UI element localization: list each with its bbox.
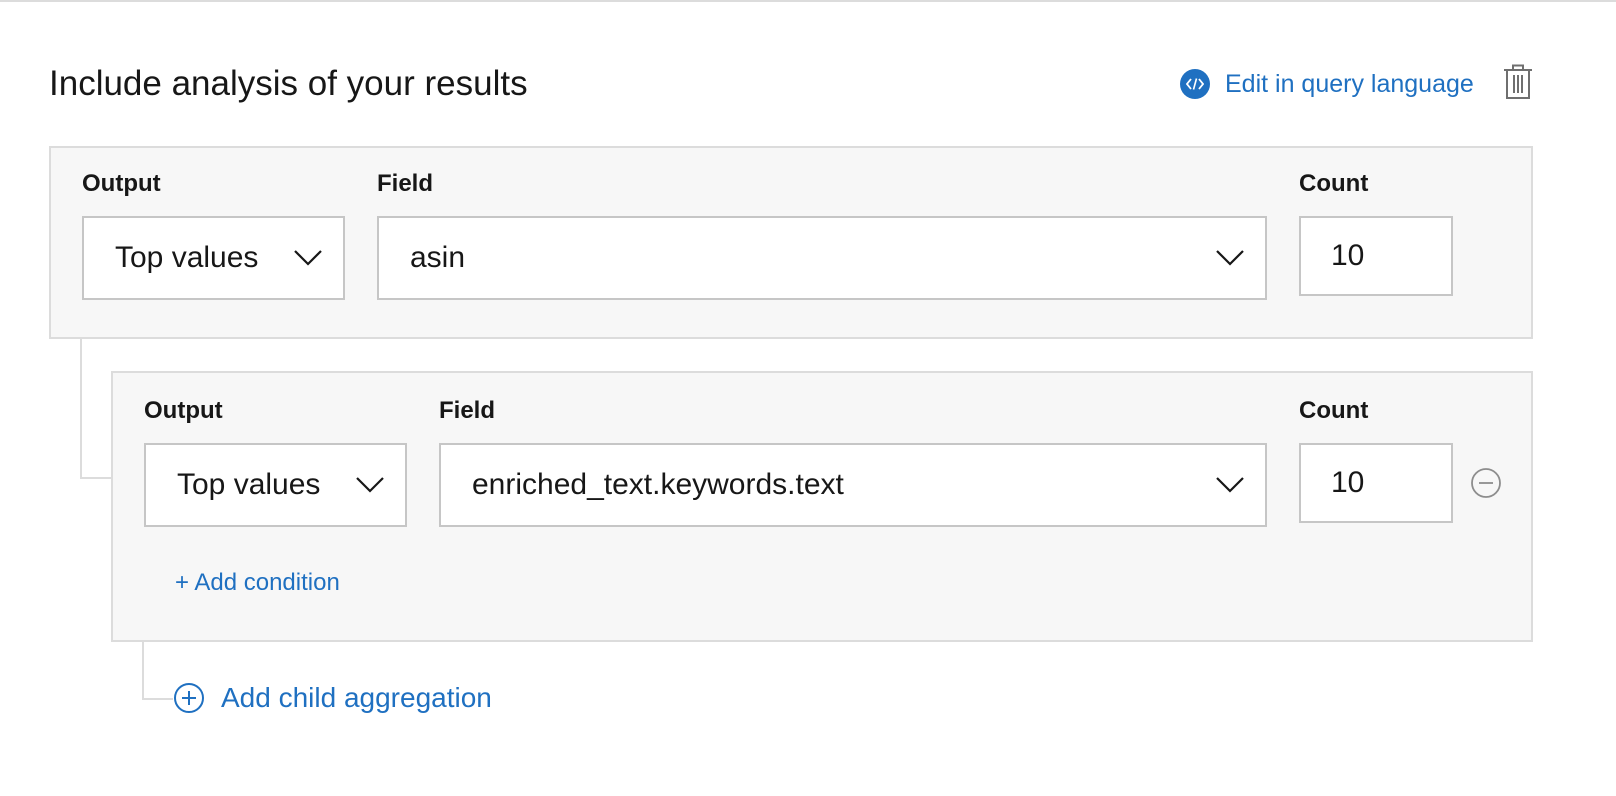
plus-circle-icon bbox=[174, 683, 204, 713]
edit-link-label: Edit in query language bbox=[1225, 69, 1474, 98]
child-output-select-value: Top values bbox=[177, 468, 321, 501]
trash-icon[interactable] bbox=[1502, 64, 1534, 100]
field-select-value: asin bbox=[410, 241, 466, 274]
count-input-value: 10 bbox=[1331, 239, 1365, 272]
chevron-down-icon bbox=[1216, 477, 1244, 493]
edit-in-query-language-link[interactable]: Edit in query language bbox=[1180, 64, 1474, 104]
child-count-input-value: 10 bbox=[1331, 466, 1365, 499]
output-label: Output bbox=[82, 170, 161, 197]
child-output-label: Output bbox=[144, 397, 223, 424]
count-input[interactable]: 10 bbox=[1299, 216, 1453, 296]
output-select-value: Top values bbox=[115, 241, 259, 274]
add-child-aggregation-link[interactable]: Add child aggregation bbox=[173, 680, 492, 716]
child-field-select-value: enriched_text.keywords.text bbox=[472, 468, 844, 501]
chevron-down-icon bbox=[356, 477, 384, 493]
child-field-label: Field bbox=[439, 397, 496, 424]
tree-connector bbox=[142, 642, 173, 700]
field-label: Field bbox=[377, 170, 434, 197]
code-icon bbox=[1180, 69, 1210, 99]
chevron-down-icon bbox=[294, 250, 322, 266]
chevron-down-icon bbox=[1216, 250, 1244, 266]
add-condition-link[interactable]: + Add condition bbox=[175, 568, 340, 598]
add-child-aggregation-label: Add child aggregation bbox=[221, 682, 492, 713]
minus-circle-icon[interactable] bbox=[1470, 467, 1502, 499]
top-divider bbox=[0, 0, 1616, 2]
field-select[interactable]: asin bbox=[377, 216, 1267, 300]
child-output-select[interactable]: Top values bbox=[144, 443, 407, 527]
section-title: Include analysis of your results bbox=[49, 64, 528, 103]
child-field-select[interactable]: enriched_text.keywords.text bbox=[439, 443, 1267, 527]
output-select[interactable]: Top values bbox=[82, 216, 345, 300]
tree-connector bbox=[80, 339, 111, 479]
child-count-input[interactable]: 10 bbox=[1299, 443, 1453, 523]
count-label: Count bbox=[1299, 170, 1369, 197]
child-count-label: Count bbox=[1299, 397, 1369, 424]
